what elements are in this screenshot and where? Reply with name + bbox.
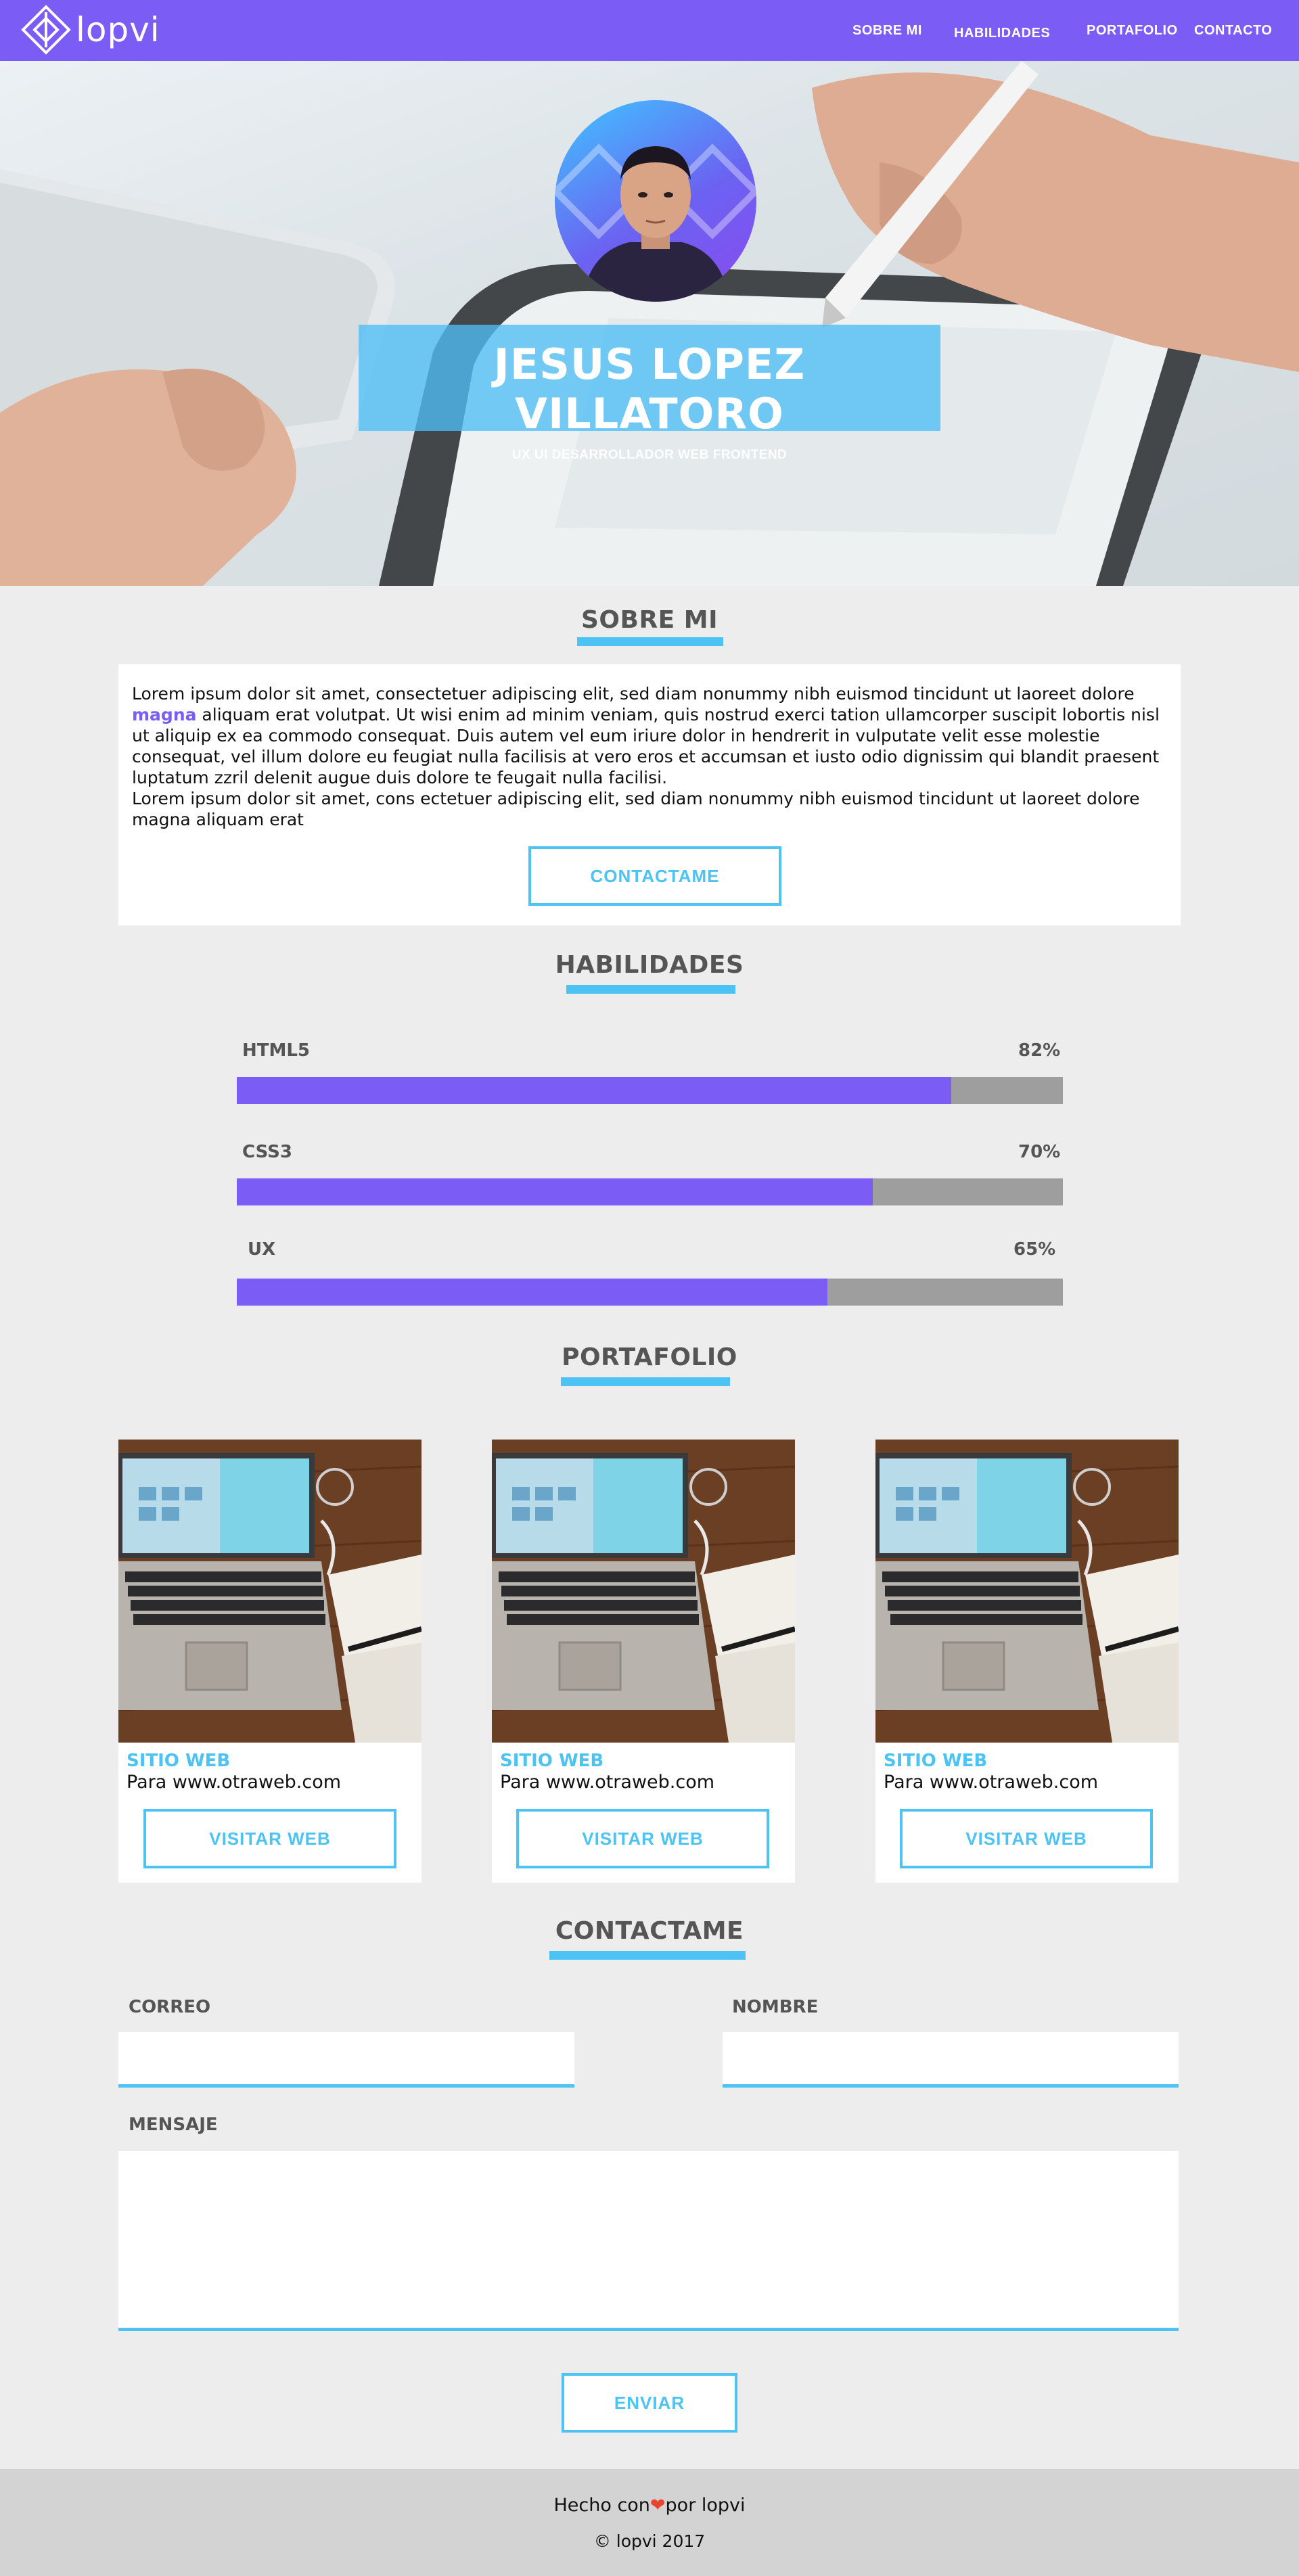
portfolio-card: SITIO WEB Para www.otraweb.com VISITAR W… <box>492 1440 795 1883</box>
profile-portrait-image <box>555 143 756 302</box>
visit-web-button[interactable]: VISITAR WEB <box>516 1809 769 1868</box>
nav-link-habilidades[interactable]: HABILIDADES <box>954 26 1050 41</box>
portfolio-card-description: Para www.otraweb.com <box>884 1772 1099 1793</box>
email-field[interactable] <box>118 2032 574 2088</box>
footer-copyright: © lopvi 2017 <box>593 2531 706 2551</box>
portfolio-card-type: SITIO WEB <box>127 1751 231 1771</box>
section-title-contactame: CONTACTAME <box>555 1917 744 1945</box>
portfolio-card: SITIO WEB Para www.otraweb.com VISITAR W… <box>875 1440 1179 1883</box>
footer-made-suffix: por lopvi <box>665 2495 746 2516</box>
skill-bar-fill-css3 <box>237 1178 873 1205</box>
portfolio-card-image <box>875 1440 1179 1743</box>
section-title-habilidades: HABILIDADES <box>555 951 744 979</box>
visit-web-button[interactable]: VISITAR WEB <box>900 1809 1153 1868</box>
nav-link-sobre-mi[interactable]: SOBRE MI <box>852 23 922 39</box>
nav-link-contacto[interactable]: CONTACTO <box>1194 23 1272 39</box>
hero-banner: JESUS LOPEZ VILLATORO UX UI DESARROLLADO… <box>0 61 1299 586</box>
portfolio-card-type: SITIO WEB <box>884 1751 988 1771</box>
logo-text: lopvi <box>76 10 160 49</box>
section-underline <box>561 1377 730 1386</box>
footer: Hecho con❤por lopvi © lopvi 2017 <box>0 2469 1299 2576</box>
profile-avatar <box>555 100 756 302</box>
name-label: NOMBRE <box>732 1997 819 2017</box>
portfolio-card-type: SITIO WEB <box>500 1751 604 1771</box>
section-underline <box>549 1951 746 1960</box>
portfolio-card: SITIO WEB Para www.otraweb.com VISITAR W… <box>118 1440 421 1883</box>
email-label: CORREO <box>129 1997 211 2017</box>
skill-bar-ux <box>237 1279 1063 1306</box>
heart-icon: ❤ <box>650 2495 666 2516</box>
logo[interactable]: lopvi <box>20 4 160 55</box>
about-paragraph-second: Lorem ipsum dolor sit amet, cons ectetue… <box>132 789 1140 829</box>
portfolio-card-image <box>492 1440 795 1743</box>
skill-bar-html5 <box>237 1077 1063 1104</box>
hero-name-panel: JESUS LOPEZ VILLATORO UX UI DESARROLLADO… <box>359 325 940 462</box>
footer-credit: Hecho con❤por lopvi <box>0 2495 1299 2516</box>
name-field[interactable] <box>723 2032 1179 2088</box>
skill-percent-css3: 70% <box>1018 1142 1061 1162</box>
portfolio-card-description: Para www.otraweb.com <box>500 1772 715 1793</box>
about-card: Lorem ipsum dolor sit amet, consectetuer… <box>118 664 1181 925</box>
about-highlight: magna <box>132 705 197 724</box>
contactame-button[interactable]: CONTACTAME <box>528 846 781 906</box>
top-navbar: lopvi SOBRE MI HABILIDADES PORTAFOLIO CO… <box>0 0 1299 61</box>
section-underline <box>577 637 723 646</box>
hero-name: JESUS LOPEZ VILLATORO <box>493 340 806 438</box>
about-paragraph-start: Lorem ipsum dolor sit amet, consectetuer… <box>132 684 1135 704</box>
hero-subtitle: UX UI DESARROLLADOR WEB FRONTEND <box>511 448 788 462</box>
section-title-portafolio: PORTAFOLIO <box>562 1343 737 1371</box>
skill-bar-fill-html5 <box>237 1077 952 1104</box>
about-text: Lorem ipsum dolor sit amet, consectetuer… <box>132 683 1167 830</box>
footer-made-prefix: Hecho con <box>553 2495 650 2516</box>
message-field[interactable] <box>118 2151 1179 2331</box>
section-title-sobre-mi: SOBRE MI <box>580 606 719 634</box>
skill-percent-html5: 82% <box>1018 1040 1061 1061</box>
skill-name-html5: HTML5 <box>242 1040 311 1061</box>
send-button[interactable]: ENVIAR <box>562 2373 737 2433</box>
skill-percent-ux: 65% <box>1013 1239 1056 1260</box>
skill-name-ux: UX <box>248 1239 276 1260</box>
portfolio-card-description: Para www.otraweb.com <box>127 1772 342 1793</box>
visit-web-button[interactable]: VISITAR WEB <box>143 1809 396 1868</box>
portfolio-card-image <box>118 1440 421 1743</box>
nav-link-portafolio[interactable]: PORTAFOLIO <box>1087 23 1178 39</box>
message-label: MENSAJE <box>129 2115 218 2135</box>
logo-diamond-icon <box>21 5 71 55</box>
skill-bar-fill-ux <box>237 1279 827 1306</box>
about-paragraph-end: aliquam erat volutpat. Ut wisi enim ad m… <box>132 705 1160 787</box>
skill-bar-css3 <box>237 1178 1063 1205</box>
skill-name-css3: CSS3 <box>242 1142 292 1162</box>
section-underline <box>566 985 735 994</box>
